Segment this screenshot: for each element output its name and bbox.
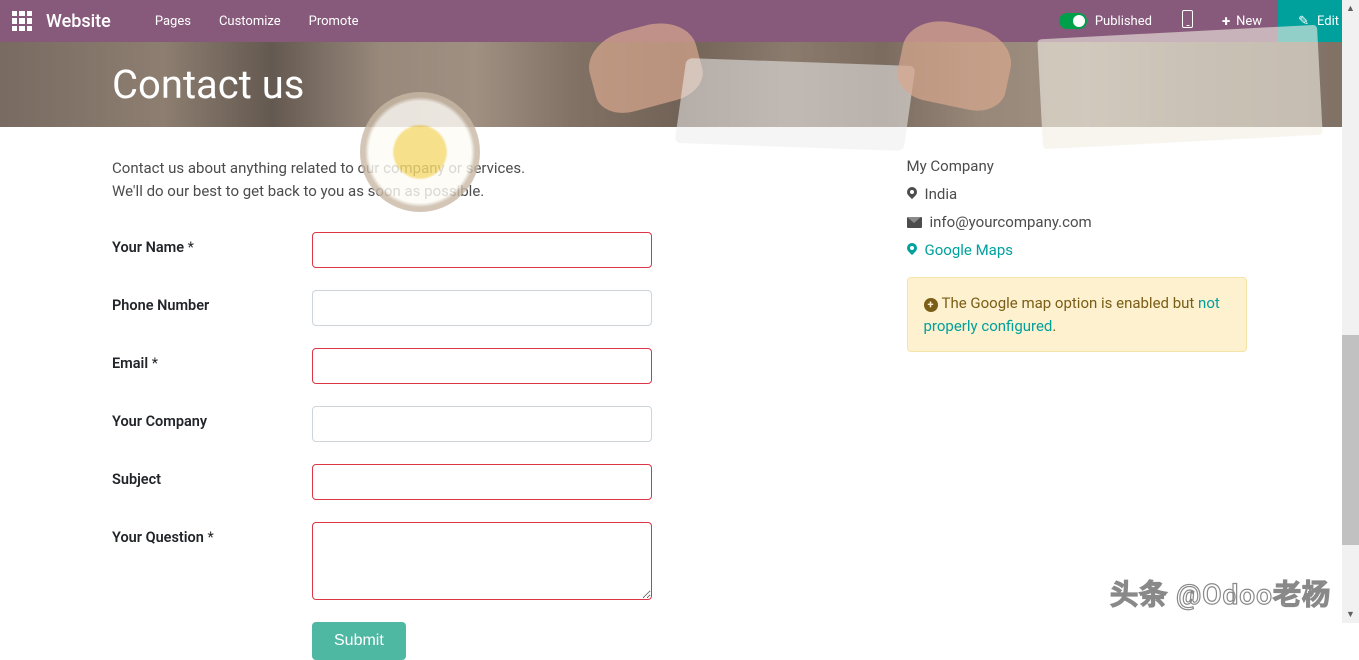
menu-promote[interactable]: Promote bbox=[295, 14, 373, 29]
label-subject: Subject bbox=[112, 464, 312, 488]
new-label: New bbox=[1236, 14, 1262, 29]
label-your-name: Your Name bbox=[112, 232, 312, 256]
input-subject[interactable] bbox=[312, 464, 652, 500]
company-country-row: India bbox=[907, 185, 1248, 203]
label-phone: Phone Number bbox=[112, 290, 312, 314]
vertical-scrollbar[interactable]: ▲ ▼ bbox=[1342, 0, 1359, 623]
company-name: My Company bbox=[907, 157, 1248, 175]
scroll-down-arrow[interactable]: ▼ bbox=[1342, 606, 1359, 623]
mobile-preview-button[interactable] bbox=[1170, 10, 1206, 32]
company-email-row: info@yourcompany.com bbox=[907, 213, 1248, 231]
right-column: My Company India info@yourcompany.com Go… bbox=[907, 157, 1248, 660]
google-maps-link[interactable]: Google Maps bbox=[925, 241, 1014, 259]
scroll-thumb[interactable] bbox=[1342, 335, 1359, 545]
info-icon: + bbox=[924, 298, 938, 312]
company-info: My Company India info@yourcompany.com Go… bbox=[907, 157, 1248, 259]
input-phone[interactable] bbox=[312, 290, 652, 326]
plus-icon: + bbox=[1222, 12, 1230, 30]
decorative-cup bbox=[360, 92, 480, 212]
decorative-paper bbox=[1037, 25, 1322, 150]
content-area: Contact us about anything related to our… bbox=[0, 127, 1359, 660]
menu-pages[interactable]: Pages bbox=[141, 14, 205, 29]
company-email: info@yourcompany.com bbox=[930, 213, 1092, 231]
company-maps-row: Google Maps bbox=[907, 241, 1248, 259]
maps-warning-alert: +The Google map option is enabled but no… bbox=[907, 277, 1248, 352]
input-your-name[interactable] bbox=[312, 232, 652, 268]
hero-banner: Contact us bbox=[0, 42, 1359, 127]
mail-icon bbox=[907, 217, 922, 228]
left-column: Contact us about anything related to our… bbox=[112, 157, 816, 660]
alert-text-2: . bbox=[1052, 317, 1056, 335]
input-email[interactable] bbox=[312, 348, 652, 384]
page-title: Contact us bbox=[112, 61, 304, 108]
decorative-tablet bbox=[675, 58, 916, 151]
apps-icon[interactable] bbox=[12, 11, 32, 31]
pin-icon bbox=[907, 243, 917, 257]
brand-label[interactable]: Website bbox=[46, 11, 111, 32]
scroll-up-arrow[interactable]: ▲ bbox=[1342, 0, 1359, 17]
published-toggle[interactable] bbox=[1059, 13, 1087, 29]
input-company[interactable] bbox=[312, 406, 652, 442]
label-company: Your Company bbox=[112, 406, 312, 430]
mobile-icon bbox=[1182, 10, 1193, 28]
submit-button[interactable]: Submit bbox=[312, 622, 406, 660]
pin-icon bbox=[907, 187, 917, 201]
alert-text-1: The Google map option is enabled but bbox=[942, 294, 1199, 312]
label-email: Email bbox=[112, 348, 312, 372]
published-label: Published bbox=[1095, 14, 1152, 29]
company-country: India bbox=[925, 185, 958, 203]
edit-label: Edit bbox=[1317, 14, 1339, 29]
menu-customize[interactable]: Customize bbox=[205, 14, 295, 29]
input-question[interactable] bbox=[312, 522, 652, 600]
contact-form: Your Name Phone Number Email Your Compan… bbox=[112, 232, 816, 660]
label-question: Your Question bbox=[112, 522, 312, 546]
